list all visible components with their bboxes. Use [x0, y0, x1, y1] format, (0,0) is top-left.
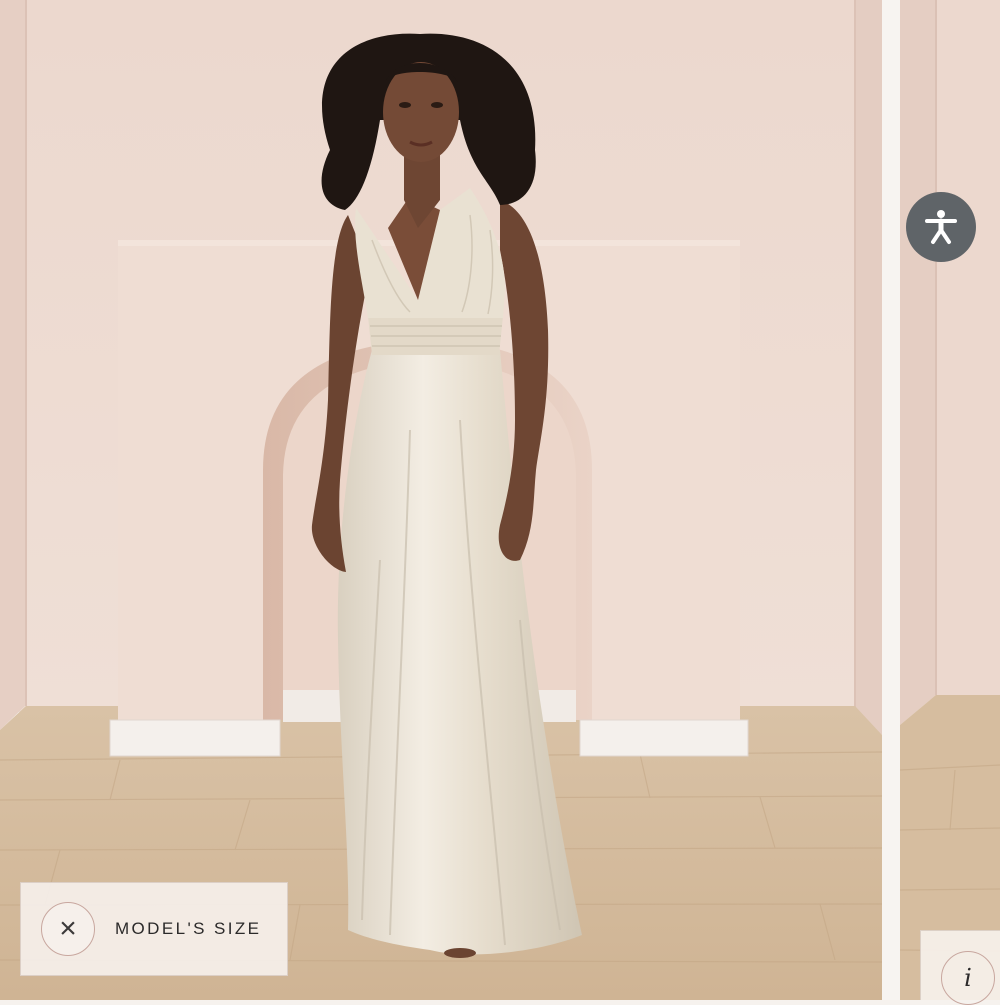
accessibility-icon — [925, 210, 957, 244]
info-glyph: i — [964, 964, 972, 992]
product-image-gallery[interactable] — [0, 0, 1000, 1000]
model-size-label: MODEL'S SIZE — [115, 919, 262, 938]
slide-gutter — [882, 0, 900, 1000]
close-icon[interactable]: × — [41, 902, 95, 956]
product-photo-illustration — [0, 0, 882, 1000]
product-photo-main[interactable] — [0, 0, 882, 1000]
info-icon[interactable]: i — [941, 951, 995, 1005]
info-toggle[interactable]: i — [920, 930, 1000, 1005]
close-glyph: × — [59, 912, 77, 945]
next-photo-illustration — [900, 0, 1000, 1000]
accessibility-button[interactable] — [906, 192, 976, 262]
model-size-toggle[interactable]: × MODEL'S SIZE — [20, 882, 288, 976]
product-photo-next[interactable] — [900, 0, 1000, 1000]
